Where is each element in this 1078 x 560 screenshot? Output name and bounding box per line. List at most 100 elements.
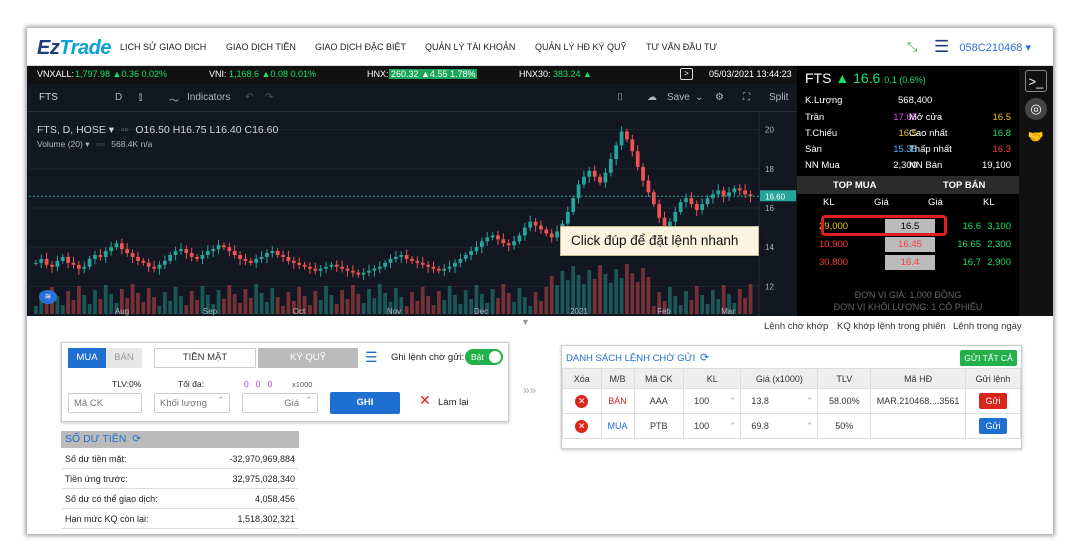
logo[interactable]: EzTrade — [37, 37, 111, 60]
candle-body — [259, 256, 264, 259]
save-dropdown-icon[interactable]: ⌄ — [695, 92, 703, 103]
undo-icon[interactable]: ↶ — [245, 92, 253, 103]
expand-icon[interactable]: ⤡ — [907, 39, 917, 55]
price-value[interactable]: 13.8 — [751, 396, 769, 406]
sell-tab[interactable]: BÁN — [106, 348, 142, 368]
volume-bar — [87, 304, 92, 314]
collapse-icon[interactable]: ▼ — [521, 318, 535, 327]
buy-tab[interactable]: MUA — [68, 348, 106, 368]
book-buy-price[interactable]: 16.4 — [885, 255, 935, 270]
nav-cash-transactions[interactable]: GIAO DỊCH TIỀN — [226, 42, 296, 52]
price-value[interactable]: 69.8 — [751, 421, 769, 431]
settings-icon[interactable]: ⚙ — [715, 92, 724, 103]
candle-body — [619, 131, 624, 146]
search-chart-icon[interactable]: ◎ — [1025, 98, 1047, 120]
candle-body — [168, 255, 173, 261]
chart-legend-title[interactable]: FTS, D, HOSE ▾ — [37, 124, 114, 136]
terminal-icon[interactable]: > — [680, 68, 693, 80]
send-button[interactable]: Gửi — [978, 418, 1007, 434]
indicators-button[interactable]: Indicators — [187, 92, 230, 103]
book-row[interactable]: 30,800 16.4 16.7 2,900 — [797, 254, 1019, 272]
volume-bar — [678, 305, 683, 314]
nav-investment-advice[interactable]: TƯ VẤN ĐẦU TƯ — [646, 42, 717, 52]
volume-bar — [694, 286, 699, 314]
price-cell[interactable]: 13.8 ⌃ — [740, 388, 819, 414]
delete-icon[interactable]: ✕ — [575, 419, 589, 433]
link-daily-orders[interactable]: Lệnh trong ngày — [953, 321, 1022, 332]
send-button[interactable]: Gửi — [978, 393, 1007, 409]
pending-orders-panel: DANH SÁCH LỆNH CHỜ GỬI ⟳ GỬI TẤT CẢ Xóa M… — [561, 345, 1022, 449]
book-row[interactable]: 10,900 16.45 16.65 2,300 — [797, 236, 1019, 254]
volume-controls-icon[interactable]: ▫▫▫ — [96, 139, 105, 149]
camera-icon[interactable]: ⌷ — [617, 92, 623, 103]
volume-bar — [324, 286, 328, 314]
volume-bar — [308, 305, 312, 314]
candle-type-icon[interactable]: ⫾ — [139, 92, 142, 103]
handshake-icon[interactable]: 🤝 — [1025, 126, 1047, 148]
volume-bar — [34, 306, 38, 314]
send-all-button[interactable]: GỬI TẤT CẢ — [960, 350, 1017, 366]
link-session-matches[interactable]: KQ khớp lệnh trong phiên — [837, 321, 946, 332]
margin-tab[interactable]: KÝ QUỸ — [258, 348, 358, 368]
price-stepper-icon[interactable]: ⌃ — [806, 396, 814, 407]
link-pending-match[interactable]: Lệnh chờ khớp — [764, 321, 828, 332]
nav-trade-history[interactable]: LỊCH SỬ GIAO DỊCH — [120, 42, 206, 52]
terminal-icon[interactable]: >_ — [1025, 70, 1047, 92]
split-button[interactable]: Split — [769, 92, 788, 103]
cloud-icon[interactable]: ☁ — [647, 92, 657, 103]
quote-change: 0.1 (0.6%) — [884, 75, 926, 85]
cash-tab[interactable]: TIỀN MẶT — [154, 348, 256, 368]
book-sell-price[interactable]: 16.6 — [941, 221, 982, 232]
candle-body — [571, 198, 576, 212]
nav-margin-contract[interactable]: QUẢN LÝ HĐ KÝ QUỸ — [535, 42, 627, 52]
list-icon[interactable]: ☰ — [365, 349, 378, 366]
legend-controls-icon[interactable]: ▫▫ — [121, 124, 128, 136]
price-chart[interactable]: FTS D ⫾ 〜 Indicators ↶ ↷ ⌷ ☁ Save ⌄ ⚙ ⛶ … — [27, 84, 797, 316]
volume-label[interactable]: Volume (20) ▾ — [37, 139, 89, 149]
book-buy-price[interactable]: 16.45 — [885, 237, 935, 252]
nav-account-management[interactable]: QUẢN LÝ TÀI KHOẢN — [425, 42, 515, 52]
price-stepper-icon[interactable]: ⌃ — [305, 395, 313, 406]
top-book-header: TOP MUA TOP BÁN — [797, 176, 1019, 194]
book-sell-price[interactable]: 16.65 — [941, 239, 981, 250]
quote-price: 16.6 — [853, 70, 881, 86]
menu-icon[interactable]: ☰ — [934, 37, 949, 57]
volume-bar — [522, 297, 527, 314]
double-chevron-icon[interactable]: »» — [523, 383, 536, 397]
last-price-label: 16.60 — [765, 192, 786, 201]
qty-value[interactable]: 100 — [694, 396, 709, 406]
qty-stepper-icon[interactable]: ⌃ — [729, 421, 737, 432]
pending-toggle[interactable]: Bật — [465, 349, 503, 365]
nav-special-transactions[interactable]: GIAO DỊCH ĐẶC BIỆT — [315, 42, 406, 52]
qty-cell[interactable]: 100 ⌃ — [683, 388, 742, 414]
reset-icon[interactable]: ✕ — [419, 392, 431, 409]
chart-symbol[interactable]: FTS — [39, 92, 58, 103]
refresh-icon[interactable]: ⟳ — [132, 433, 141, 445]
fullscreen-icon[interactable]: ⛶ — [743, 92, 750, 103]
vnxall-label: VNXALL: — [37, 69, 75, 79]
qty-stepper-icon[interactable]: ⌃ — [729, 396, 737, 407]
account-dropdown[interactable]: 058C210468 ▾ — [959, 41, 1031, 54]
chart-interval[interactable]: D — [115, 92, 122, 103]
submit-button[interactable]: GHI — [330, 392, 400, 414]
side-cell: MUA — [600, 413, 635, 439]
candle-body — [453, 262, 457, 267]
candle-body — [130, 253, 135, 257]
candle-body — [394, 256, 398, 259]
price-cell[interactable]: 69.8 ⌃ — [740, 413, 819, 439]
indicators-icon[interactable]: 〜 — [169, 92, 179, 107]
book-sell-price[interactable]: 16.7 — [941, 257, 982, 268]
refresh-icon[interactable]: ⟳ — [700, 351, 709, 364]
price-stepper-icon[interactable]: ⌃ — [806, 421, 814, 432]
volume-bar — [436, 291, 441, 314]
reset-button[interactable]: Làm lại — [438, 397, 469, 408]
qty-value[interactable]: 100 — [694, 421, 709, 431]
quantity-stepper-icon[interactable]: ⌃ — [217, 395, 225, 406]
redo-icon[interactable]: ↷ — [265, 92, 273, 103]
delete-icon[interactable]: ✕ — [575, 394, 589, 408]
top-sell-label: TOP BÁN — [943, 180, 986, 191]
save-button[interactable]: Save — [667, 92, 690, 103]
qty-cell[interactable]: 100 ⌃ — [683, 413, 742, 439]
candle-body — [694, 204, 699, 210]
symbol-input[interactable] — [68, 393, 142, 413]
